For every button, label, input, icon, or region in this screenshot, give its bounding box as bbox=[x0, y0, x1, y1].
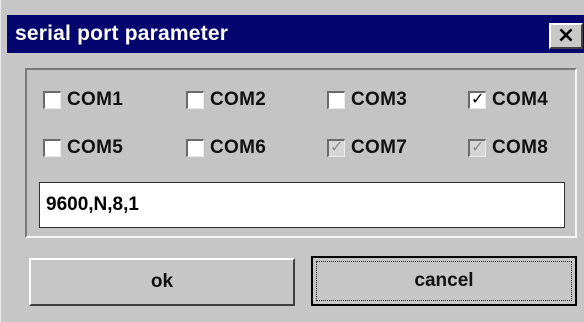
ok-button[interactable]: ok bbox=[29, 258, 295, 306]
checkbox-box: ✓ bbox=[327, 137, 345, 157]
checkbox-box[interactable] bbox=[186, 139, 204, 157]
checkbox-box[interactable]: ✓ bbox=[468, 89, 486, 109]
checkbox-box[interactable] bbox=[43, 91, 61, 109]
checkbox-com2[interactable]: COM2 bbox=[186, 87, 266, 113]
checkbox-com3[interactable]: COM3 bbox=[327, 87, 407, 113]
close-button[interactable]: × bbox=[549, 23, 583, 49]
close-icon: × bbox=[556, 23, 576, 48]
checkbox-com4[interactable]: ✓ COM4 bbox=[468, 87, 548, 113]
window-title: serial port parameter bbox=[15, 22, 229, 45]
check-icon: ✓ bbox=[471, 89, 485, 108]
check-icon: ✓ bbox=[471, 137, 485, 156]
checkbox-com5[interactable]: COM5 bbox=[43, 135, 123, 161]
checkbox-box[interactable] bbox=[327, 91, 345, 109]
checkbox-label: COM4 bbox=[492, 89, 549, 110]
checkbox-com8: ✓ COM8 bbox=[468, 135, 548, 161]
checkbox-box[interactable] bbox=[43, 139, 61, 157]
check-icon: ✓ bbox=[330, 137, 344, 156]
checkbox-label: COM6 bbox=[210, 137, 267, 158]
checkbox-com1[interactable]: COM1 bbox=[43, 87, 123, 113]
title-bar[interactable]: serial port parameter × bbox=[7, 15, 584, 53]
checkbox-com6[interactable]: COM6 bbox=[186, 135, 266, 161]
checkbox-com7: ✓ COM7 bbox=[327, 135, 407, 161]
checkbox-label: COM3 bbox=[351, 89, 408, 110]
serial-port-dialog: serial port parameter × COM1 COM2 COM3 ✓… bbox=[0, 0, 584, 322]
checkbox-label: COM7 bbox=[351, 137, 408, 158]
checkbox-label: COM2 bbox=[210, 89, 267, 110]
checkbox-label: COM8 bbox=[492, 137, 549, 158]
checkbox-box: ✓ bbox=[468, 137, 486, 157]
checkbox-box[interactable] bbox=[186, 91, 204, 109]
checkbox-label: COM1 bbox=[67, 89, 124, 110]
checkbox-label: COM5 bbox=[67, 137, 124, 158]
settings-input[interactable] bbox=[39, 182, 565, 228]
cancel-button[interactable]: cancel bbox=[311, 256, 577, 306]
cancel-label: cancel bbox=[316, 261, 572, 301]
